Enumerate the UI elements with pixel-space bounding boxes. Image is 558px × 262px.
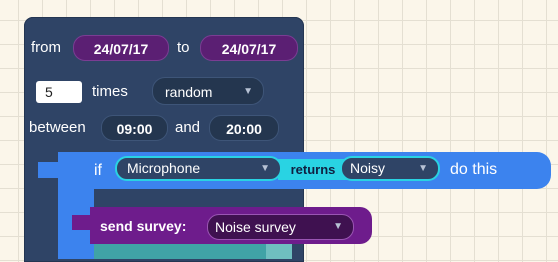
mode-dropdown[interactable]: random ▼ xyxy=(152,77,264,105)
chevron-down-icon: ▼ xyxy=(418,163,428,174)
chevron-down-icon: ▼ xyxy=(243,86,253,97)
next-block-partial[interactable] xyxy=(94,244,266,259)
to-date-field[interactable]: 24/07/17 xyxy=(200,35,298,61)
send-survey-connector xyxy=(72,215,92,230)
next-block-partial-edge xyxy=(266,244,292,259)
state-dropdown-value: Noisy xyxy=(350,160,386,176)
chevron-down-icon: ▼ xyxy=(260,163,270,174)
between-label: between xyxy=(29,119,86,136)
from-label: from xyxy=(31,39,61,56)
times-count-input[interactable]: 5 xyxy=(36,81,82,103)
if-label: if xyxy=(94,162,102,179)
if-block-connector xyxy=(38,162,60,178)
survey-dropdown[interactable]: Noise survey ▼ xyxy=(207,214,354,240)
from-date-field[interactable]: 24/07/17 xyxy=(73,35,169,61)
returns-label: returns xyxy=(278,159,348,180)
to-label: to xyxy=(177,39,190,56)
sensor-dropdown-value: Microphone xyxy=(127,160,201,176)
start-time-field[interactable]: 09:00 xyxy=(101,115,168,141)
and-label: and xyxy=(175,119,201,136)
chevron-down-icon: ▼ xyxy=(333,221,343,232)
do-this-label: do this xyxy=(450,161,498,178)
survey-dropdown-value: Noise survey xyxy=(215,219,296,235)
sensor-dropdown[interactable]: Microphone ▼ xyxy=(115,156,282,181)
end-time-field[interactable]: 20:00 xyxy=(209,115,279,141)
mode-dropdown-value: random xyxy=(165,84,213,100)
send-survey-label: send survey: xyxy=(100,218,187,234)
state-dropdown[interactable]: Noisy ▼ xyxy=(340,156,440,181)
times-label: times xyxy=(92,83,128,100)
